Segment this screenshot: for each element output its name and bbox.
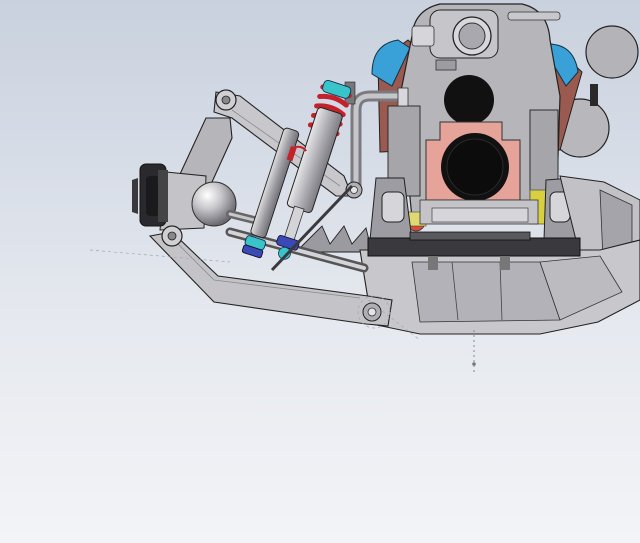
cad-model-canvas[interactable] [0,0,640,543]
fuel-rail [507,11,561,21]
steering-rack [367,237,581,257]
sensor-block [411,25,435,47]
cad-viewport[interactable] [0,0,640,543]
sway-bar-ball [191,181,237,227]
wheel-hub[interactable] [132,163,168,227]
distributor-cap [585,25,639,79]
upper-port [444,75,494,125]
